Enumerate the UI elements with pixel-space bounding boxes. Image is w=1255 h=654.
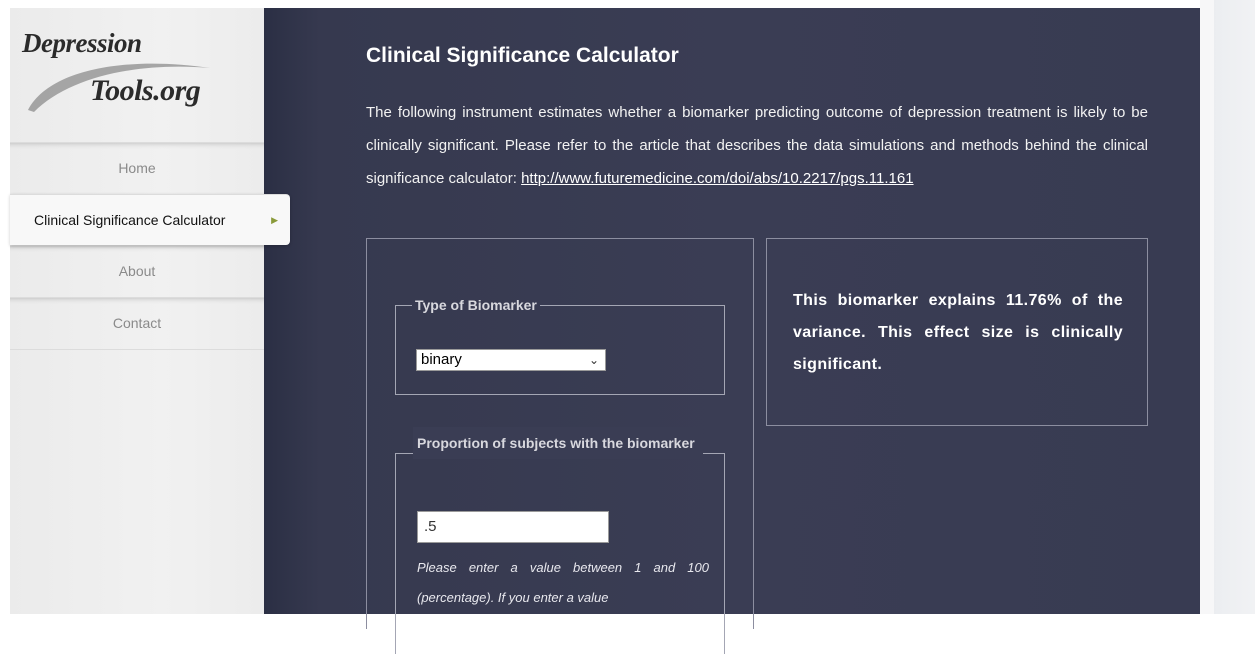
page-edge-strip: [1200, 0, 1214, 614]
result-text: This biomarker explains 11.76% of the va…: [793, 292, 1123, 373]
nav-item-label: About: [118, 263, 156, 279]
main-content: Clinical Significance Calculator The fol…: [264, 8, 1200, 654]
nav-item-clinical-significance-calculator[interactable]: Clinical Significance Calculator ▶: [10, 194, 290, 245]
proportion-legend: Proportion of subjects with the biomarke…: [413, 427, 703, 459]
nav-item-label: Clinical Significance Calculator: [34, 212, 226, 228]
biomarker-type-legend: Type of Biomarker: [415, 297, 537, 313]
logo-text-line2: Tools.org: [90, 74, 201, 107]
nav-item-contact[interactable]: Contact: [10, 297, 264, 350]
sidebar: Depression Tools.org Home Clinical Signi…: [10, 8, 290, 614]
input-panel: Type of Biomarker binary ⌄ Proportion of…: [366, 238, 754, 654]
chevron-down-icon: ⌄: [588, 353, 599, 367]
result-panel: This biomarker explains 11.76% of the va…: [766, 238, 1148, 426]
site-logo[interactable]: Depression Tools.org: [10, 8, 264, 140]
biomarker-type-value: binary: [421, 351, 462, 368]
nav-item-label: Contact: [112, 315, 162, 331]
biomarker-type-select[interactable]: binary ⌄: [416, 349, 606, 371]
article-link[interactable]: http://www.futuremedicine.com/doi/abs/10…: [521, 170, 913, 187]
main-nav: Home Clinical Significance Calculator ▶ …: [10, 142, 290, 350]
page-title: Clinical Significance Calculator: [366, 44, 679, 67]
proportion-hint: Please enter a value between 1 and 100 (…: [417, 560, 709, 605]
intro-paragraph: The following instrument estimates wheth…: [366, 96, 1148, 195]
nav-item-about[interactable]: About: [10, 245, 264, 297]
logo-text-line1: Depression: [22, 28, 142, 58]
nav-item-home[interactable]: Home: [10, 142, 264, 194]
biomarker-type-fieldset: Type of Biomarker binary ⌄: [395, 297, 725, 395]
active-arrow-icon: ▶: [271, 215, 278, 225]
proportion-input[interactable]: .5: [417, 511, 609, 543]
nav-item-label: Home: [118, 160, 156, 176]
